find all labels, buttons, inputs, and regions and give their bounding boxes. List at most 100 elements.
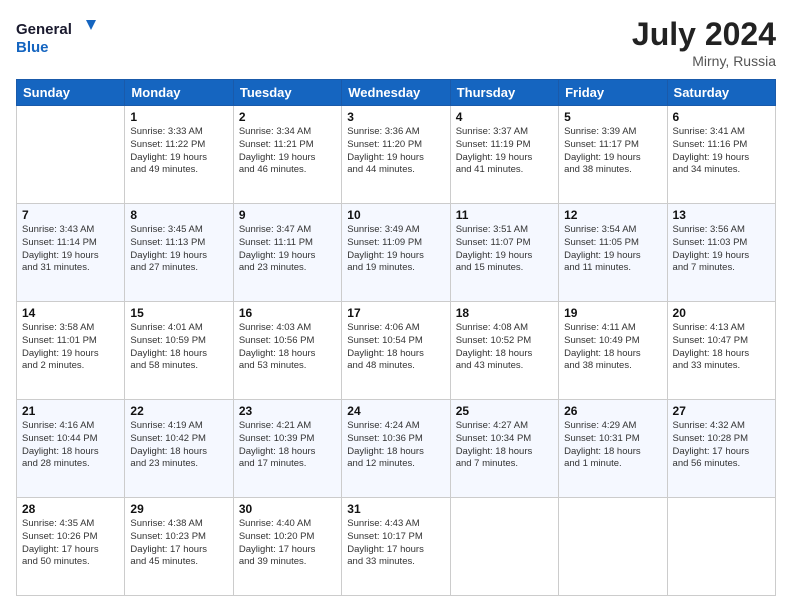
logo: General Blue [16,16,96,60]
day-info: Sunrise: 3:37 AMSunset: 11:19 PMDaylight… [456,126,553,177]
day-info: Sunrise: 4:35 AMSunset: 10:26 PMDaylight… [22,518,119,569]
day-info: Sunrise: 4:32 AMSunset: 10:28 PMDaylight… [673,420,770,471]
day-info: Sunrise: 3:39 AMSunset: 11:17 PMDaylight… [564,126,661,177]
day-number: 23 [239,404,336,418]
calendar-table: Sunday Monday Tuesday Wednesday Thursday… [16,79,776,596]
day-info: Sunrise: 4:13 AMSunset: 10:47 PMDaylight… [673,322,770,373]
col-tuesday: Tuesday [233,80,341,106]
col-monday: Monday [125,80,233,106]
calendar-cell: 15Sunrise: 4:01 AMSunset: 10:59 PMDaylig… [125,302,233,400]
calendar-cell: 27 Sunrise: 4:32 AMSunset: 10:28 PMDaylig… [667,400,775,498]
day-info: Sunrise: 3:41 AMSunset: 11:16 PMDaylight… [673,126,770,177]
calendar-cell [559,498,667,596]
day-number: 27 [673,404,770,418]
day-info: Sunrise: 3:51 AMSunset: 11:07 PMDaylight… [456,224,553,275]
logo-svg: General Blue [16,16,96,60]
calendar-page: General Blue July 2024 Mirny, Russia Sun… [0,0,792,612]
day-info: Sunrise: 4:16 AMSunset: 10:44 PMDaylight… [22,420,119,471]
calendar-cell: 17 Sunrise: 4:06 AMSunset: 10:54 PMDaylig… [342,302,450,400]
calendar-cell [17,106,125,204]
calendar-cell: 11 Sunrise: 3:51 AMSunset: 11:07 PMDaylig… [450,204,558,302]
calendar-cell: 9 Sunrise: 3:47 AMSunset: 11:11 PMDayligh… [233,204,341,302]
day-number: 24 [347,404,444,418]
calendar-cell: 13 Sunrise: 3:56 AMSunset: 11:03 PMDaylig… [667,204,775,302]
day-info: Sunrise: 4:06 AMSunset: 10:54 PMDaylight… [347,322,444,373]
day-number: 8 [130,208,227,222]
day-number: 29 [130,502,227,516]
col-saturday: Saturday [667,80,775,106]
day-info: Sunrise: 4:27 AMSunset: 10:34 PMDaylight… [456,420,553,471]
calendar-cell: 23Sunrise: 4:21 AMSunset: 10:39 PMDaylig… [233,400,341,498]
svg-text:Blue: Blue [16,39,49,56]
calendar-cell: 6 Sunrise: 3:41 AMSunset: 11:16 PMDayligh… [667,106,775,204]
calendar-cell: 26Sunrise: 4:29 AMSunset: 10:31 PMDaylig… [559,400,667,498]
calendar-cell: 16Sunrise: 4:03 AMSunset: 10:56 PMDaylig… [233,302,341,400]
day-info: Sunrise: 4:19 AMSunset: 10:42 PMDaylight… [130,420,227,471]
day-number: 30 [239,502,336,516]
day-number: 5 [564,110,661,124]
svg-text:General: General [16,21,72,38]
calendar-cell: 21 Sunrise: 4:16 AMSunset: 10:44 PMDaylig… [17,400,125,498]
week-row-3: 14 Sunrise: 3:58 AMSunset: 11:01 PMDaylig… [17,302,776,400]
day-number: 14 [22,306,119,320]
day-number: 21 [22,404,119,418]
day-info: Sunrise: 4:24 AMSunset: 10:36 PMDaylight… [347,420,444,471]
calendar-header-row: Sunday Monday Tuesday Wednesday Thursday… [17,80,776,106]
calendar-cell [450,498,558,596]
calendar-cell: 3Sunrise: 3:36 AMSunset: 11:20 PMDayligh… [342,106,450,204]
day-info: Sunrise: 3:33 AMSunset: 11:22 PMDaylight… [130,126,227,177]
day-number: 20 [673,306,770,320]
day-number: 18 [456,306,553,320]
day-number: 1 [130,110,227,124]
day-number: 12 [564,208,661,222]
week-row-4: 21 Sunrise: 4:16 AMSunset: 10:44 PMDaylig… [17,400,776,498]
calendar-cell: 18 Sunrise: 4:08 AMSunset: 10:52 PMDaylig… [450,302,558,400]
day-info: Sunrise: 4:08 AMSunset: 10:52 PMDaylight… [456,322,553,373]
calendar-cell: 24 Sunrise: 4:24 AMSunset: 10:36 PMDaylig… [342,400,450,498]
day-info: Sunrise: 4:11 AMSunset: 10:49 PMDaylight… [564,322,661,373]
day-info: Sunrise: 3:34 AMSunset: 11:21 PMDaylight… [239,126,336,177]
day-number: 3 [347,110,444,124]
header: General Blue July 2024 Mirny, Russia [16,16,776,69]
calendar-cell: 8 Sunrise: 3:45 AMSunset: 11:13 PMDayligh… [125,204,233,302]
week-row-1: 1 Sunrise: 3:33 AMSunset: 11:22 PMDayligh… [17,106,776,204]
day-info: Sunrise: 3:56 AMSunset: 11:03 PMDaylight… [673,224,770,275]
calendar-cell: 31 Sunrise: 4:43 AMSunset: 10:17 PMDaylig… [342,498,450,596]
day-number: 31 [347,502,444,516]
day-info: Sunrise: 4:38 AMSunset: 10:23 PMDaylight… [130,518,227,569]
calendar-cell: 25Sunrise: 4:27 AMSunset: 10:34 PMDaylig… [450,400,558,498]
day-info: Sunrise: 3:47 AMSunset: 11:11 PMDaylight… [239,224,336,275]
calendar-cell: 14 Sunrise: 3:58 AMSunset: 11:01 PMDaylig… [17,302,125,400]
calendar-cell: 7Sunrise: 3:43 AMSunset: 11:14 PMDayligh… [17,204,125,302]
day-number: 11 [456,208,553,222]
calendar-cell: 22Sunrise: 4:19 AMSunset: 10:42 PMDaylig… [125,400,233,498]
day-number: 9 [239,208,336,222]
day-number: 13 [673,208,770,222]
calendar-cell: 12Sunrise: 3:54 AMSunset: 11:05 PMDaylig… [559,204,667,302]
calendar-cell: 30Sunrise: 4:40 AMSunset: 10:20 PMDaylig… [233,498,341,596]
day-number: 15 [130,306,227,320]
calendar-cell: 1 Sunrise: 3:33 AMSunset: 11:22 PMDayligh… [125,106,233,204]
day-number: 19 [564,306,661,320]
col-friday: Friday [559,80,667,106]
month-year: July 2024 [632,16,776,53]
day-number: 6 [673,110,770,124]
day-number: 17 [347,306,444,320]
col-thursday: Thursday [450,80,558,106]
calendar-cell: 29 Sunrise: 4:38 AMSunset: 10:23 PMDaylig… [125,498,233,596]
calendar-cell [667,498,775,596]
title-block: July 2024 Mirny, Russia [632,16,776,69]
day-number: 4 [456,110,553,124]
day-info: Sunrise: 4:43 AMSunset: 10:17 PMDaylight… [347,518,444,569]
col-wednesday: Wednesday [342,80,450,106]
day-info: Sunrise: 3:45 AMSunset: 11:13 PMDaylight… [130,224,227,275]
calendar-cell: 2Sunrise: 3:34 AMSunset: 11:21 PMDayligh… [233,106,341,204]
day-info: Sunrise: 3:58 AMSunset: 11:01 PMDaylight… [22,322,119,373]
day-info: Sunrise: 3:43 AMSunset: 11:14 PMDaylight… [22,224,119,275]
day-number: 28 [22,502,119,516]
day-info: Sunrise: 4:29 AMSunset: 10:31 PMDaylight… [564,420,661,471]
calendar-cell: 5 Sunrise: 3:39 AMSunset: 11:17 PMDayligh… [559,106,667,204]
col-sunday: Sunday [17,80,125,106]
day-info: Sunrise: 4:03 AMSunset: 10:56 PMDaylight… [239,322,336,373]
calendar-cell: 28 Sunrise: 4:35 AMSunset: 10:26 PMDaylig… [17,498,125,596]
